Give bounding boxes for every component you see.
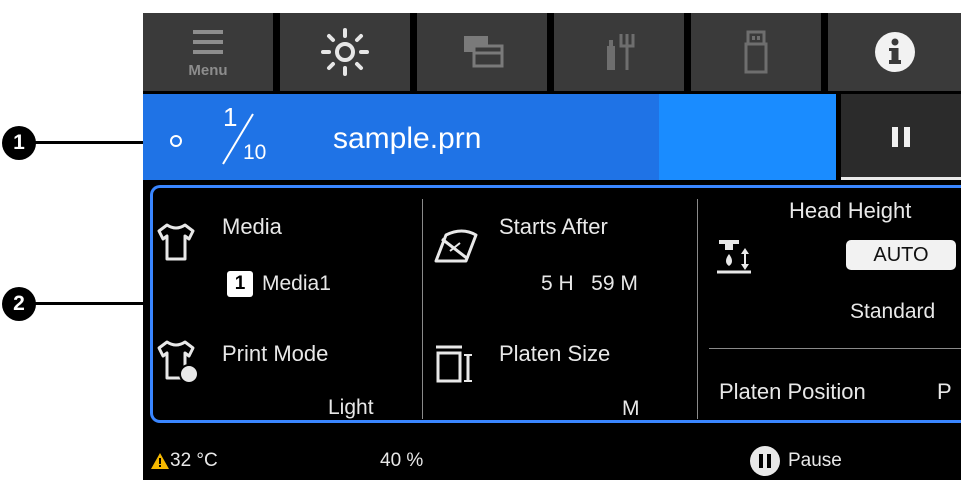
brightness-icon [321, 28, 369, 76]
windows-icon [464, 36, 504, 68]
temperature-warning-status [150, 452, 170, 475]
usb-button[interactable] [691, 13, 821, 91]
maintenance-icon [607, 34, 635, 70]
head-height-setting[interactable] [715, 236, 755, 281]
head-height-value: Standard [850, 300, 936, 323]
divider-3 [709, 348, 961, 349]
starts-after-value: 5 H 59 M [541, 272, 638, 295]
callout-1-badge: 1 [2, 126, 36, 160]
tshirt-icon [157, 223, 195, 261]
print-mode-setting[interactable] [155, 338, 203, 391]
warning-icon [151, 453, 169, 469]
pause-circle-icon [750, 446, 780, 476]
divider-1 [422, 199, 423, 419]
platen-position-label[interactable]: Platen Position [719, 379, 866, 405]
head-height-icon [717, 240, 751, 274]
callout-1-target [170, 135, 182, 147]
print-mode-label: Print Mode [222, 341, 329, 366]
pause-icon [892, 127, 910, 147]
media-setting[interactable] [155, 221, 197, 268]
media-label: Media [222, 214, 282, 239]
pause-status[interactable]: Pause [748, 444, 842, 478]
platen-icon [436, 345, 472, 383]
callout-2-line [34, 302, 149, 305]
callout-2-badge: 2 [2, 287, 36, 321]
media-number-badge: 1 [227, 271, 253, 297]
printer-screen: Menu 1 10 sample.prn Media 1 Media1 Prin… [143, 13, 961, 480]
platen-position-value: P [937, 379, 952, 404]
media-value: Media1 [262, 272, 331, 295]
tshirt-light-icon [157, 340, 199, 384]
drying-timer-icon [434, 229, 478, 263]
humidity-value: 40 % [380, 450, 424, 471]
pause-status-label: Pause [788, 450, 842, 471]
head-height-label: Head Height [789, 198, 912, 223]
windows-button[interactable] [417, 13, 547, 91]
usb-icon [744, 30, 768, 74]
menu-icon [193, 30, 223, 54]
info-icon [874, 32, 915, 72]
pause-job-button[interactable] [841, 94, 961, 180]
divider-2 [697, 199, 698, 419]
head-height-mode-badge: AUTO [846, 240, 956, 270]
job-file-name: sample.prn [333, 122, 482, 155]
starts-after-setting[interactable] [432, 225, 478, 272]
platen-size-value: M [622, 397, 640, 420]
menu-label: Menu [188, 62, 228, 79]
pause-button-underline [841, 177, 961, 180]
brightness-button[interactable] [280, 13, 410, 91]
job-total: 10 [243, 141, 267, 164]
temperature-value: 32 °C [170, 450, 218, 471]
print-progress-fill [659, 94, 836, 180]
menu-button[interactable]: Menu [143, 13, 273, 91]
platen-size-setting[interactable] [432, 341, 476, 394]
maintenance-button[interactable] [554, 13, 684, 91]
platen-size-label: Platen Size [499, 341, 611, 366]
print-mode-value: Light [328, 396, 374, 419]
starts-after-label: Starts After [499, 214, 608, 239]
print-job-bar[interactable]: 1 10 sample.prn [143, 94, 836, 180]
info-button[interactable] [828, 13, 961, 91]
